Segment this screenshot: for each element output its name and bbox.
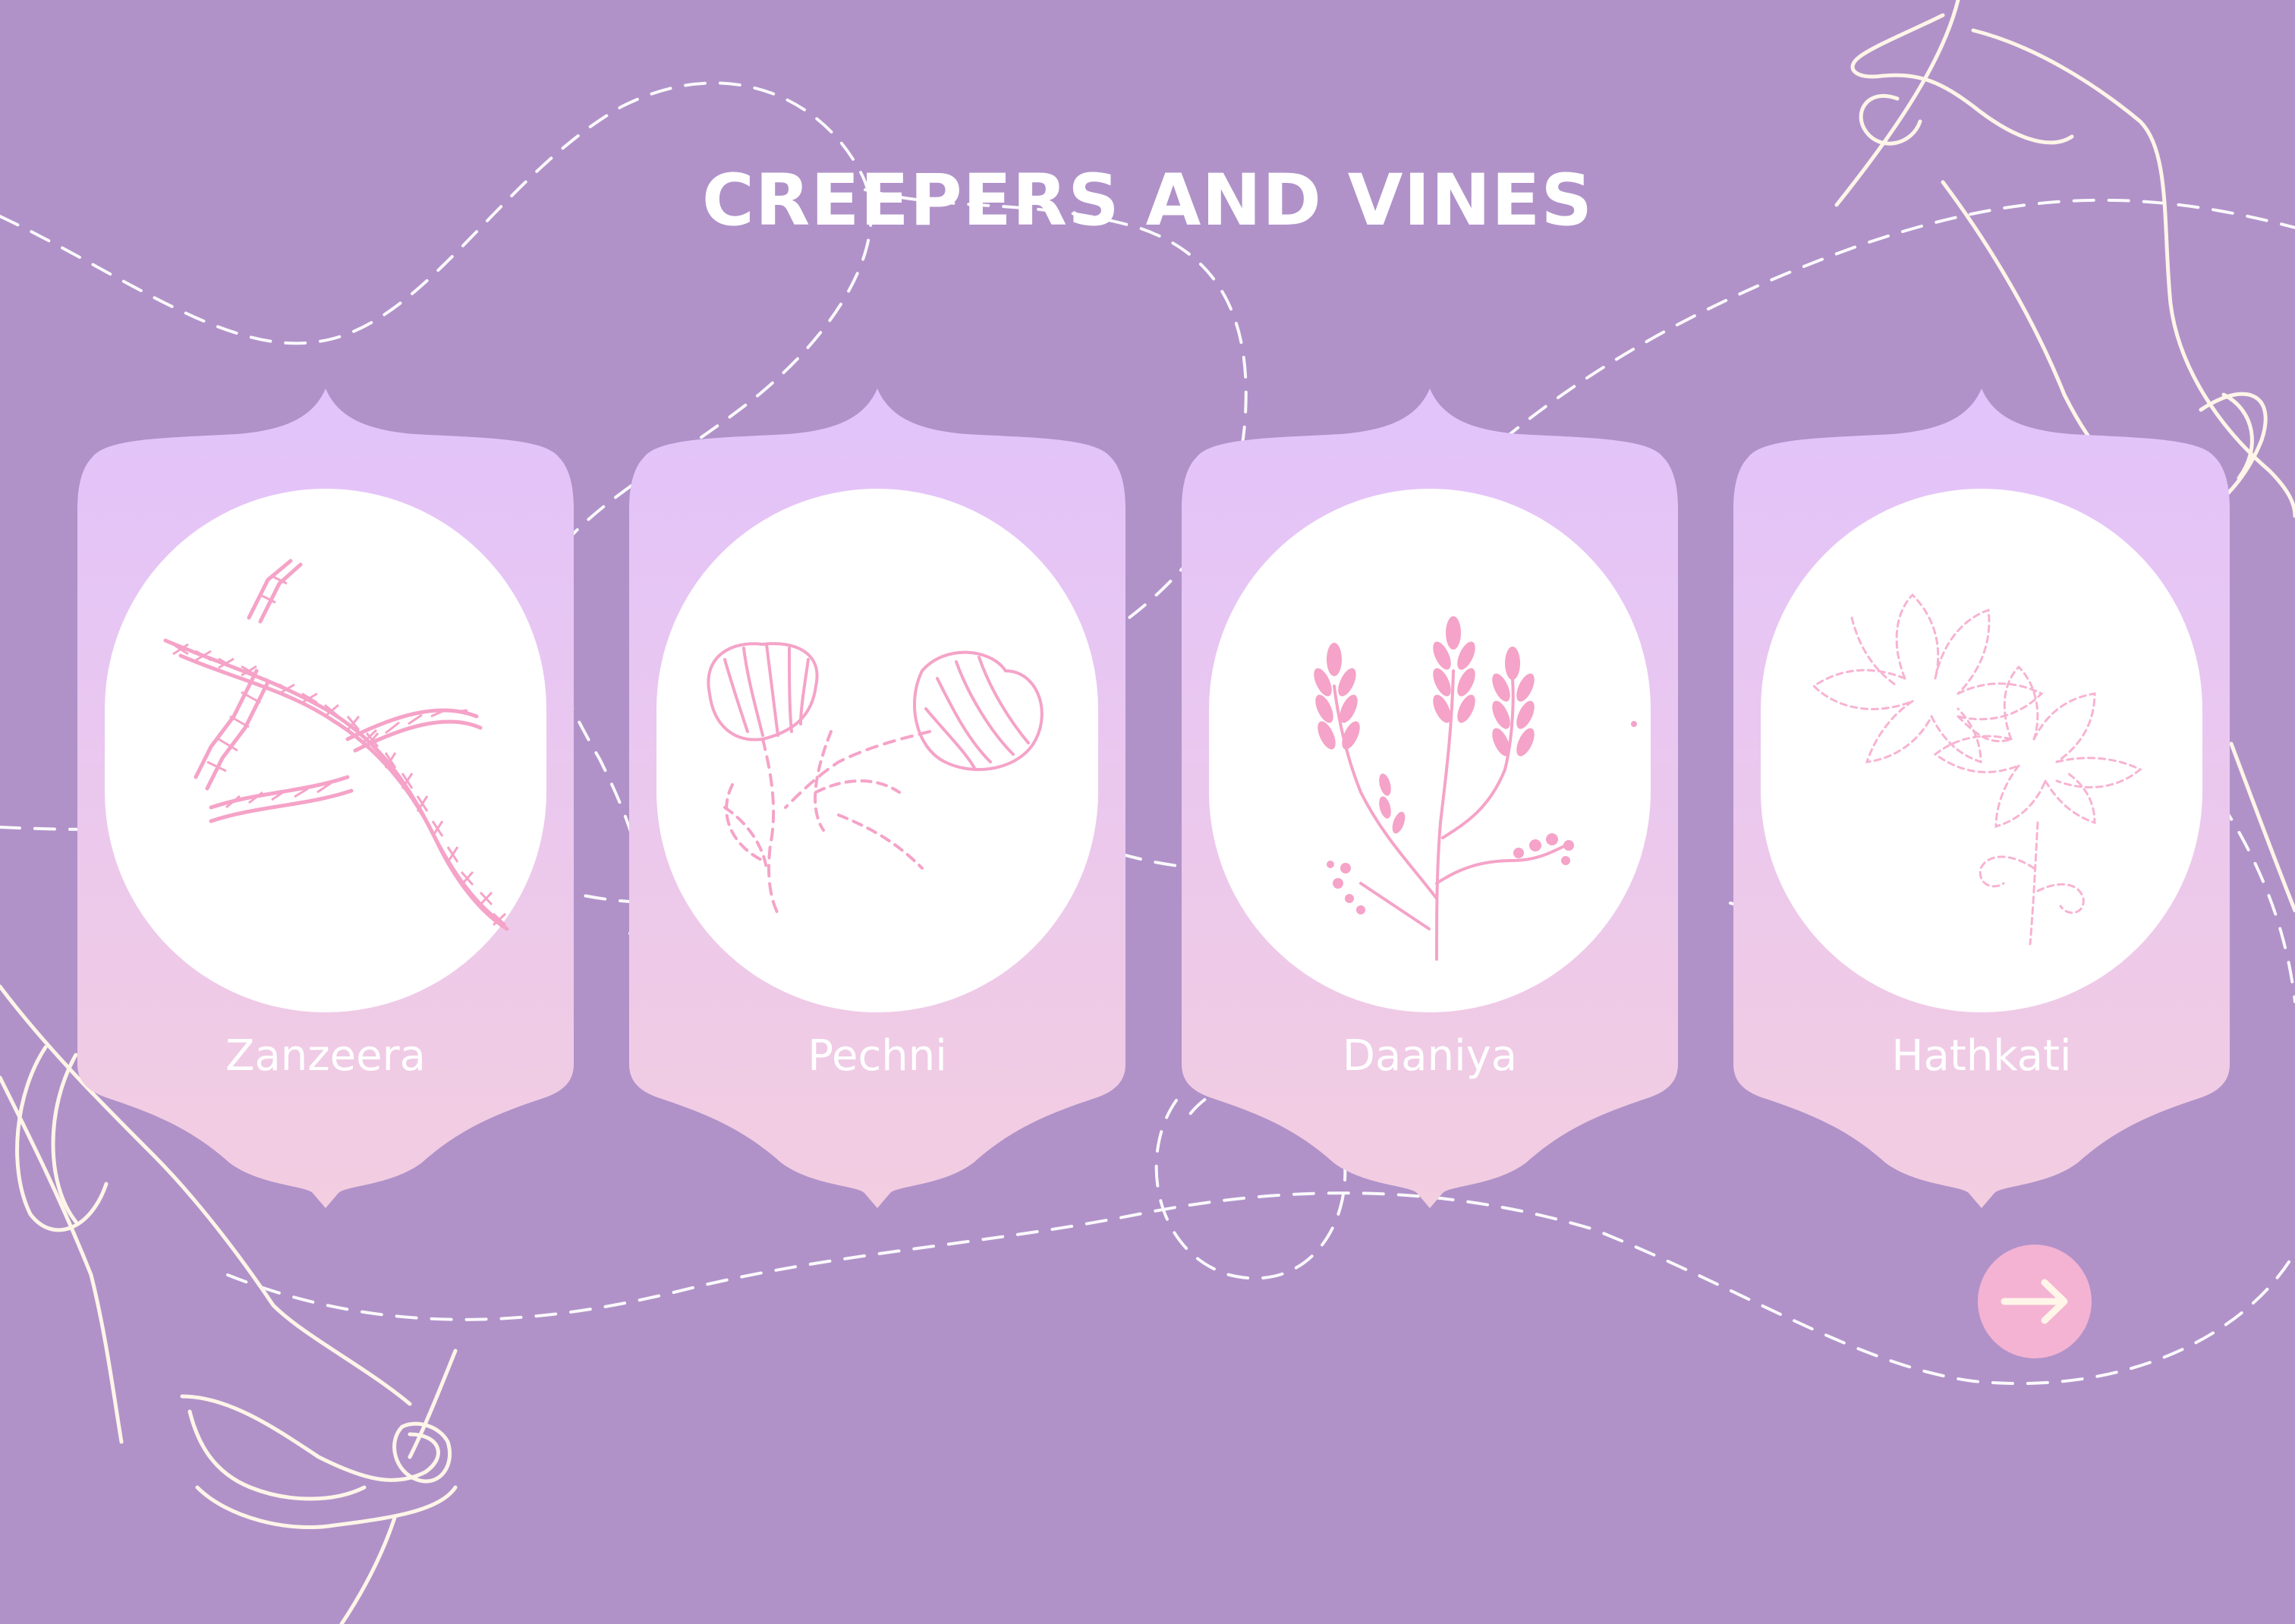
next-button[interactable] [1978,1245,2092,1358]
page-title: CREEPERS AND VINES [701,159,1594,242]
hathkati-lotus-icon [1812,593,2142,946]
card-label: Zanzeera [225,1031,426,1081]
motif-medallion [1761,489,2202,1012]
motif-medallion [656,489,1098,1012]
card-daaniya[interactable]: Daaniya [1182,389,1678,1208]
daaniya-wheat-icon [1314,616,1637,961]
card-label: Daaniya [1342,1031,1518,1081]
page: CREEPERS AND VINES Zanzeera Pechni Daani… [0,0,2295,1624]
card-hathkati[interactable]: Hathkati [1733,389,2230,1208]
pechni-flower-icon [707,642,1044,915]
card-label: Pechni [808,1031,947,1081]
card-pechni[interactable]: Pechni [629,389,1125,1208]
arrow-right-icon [2001,1279,2068,1324]
motif-medallion [105,489,546,1012]
card-label: Hathkati [1891,1031,2072,1081]
card-zanzeera[interactable]: Zanzeera [77,389,574,1208]
motif-medallion [1209,489,1651,1012]
zanzeera-stitch-icon [163,559,509,931]
